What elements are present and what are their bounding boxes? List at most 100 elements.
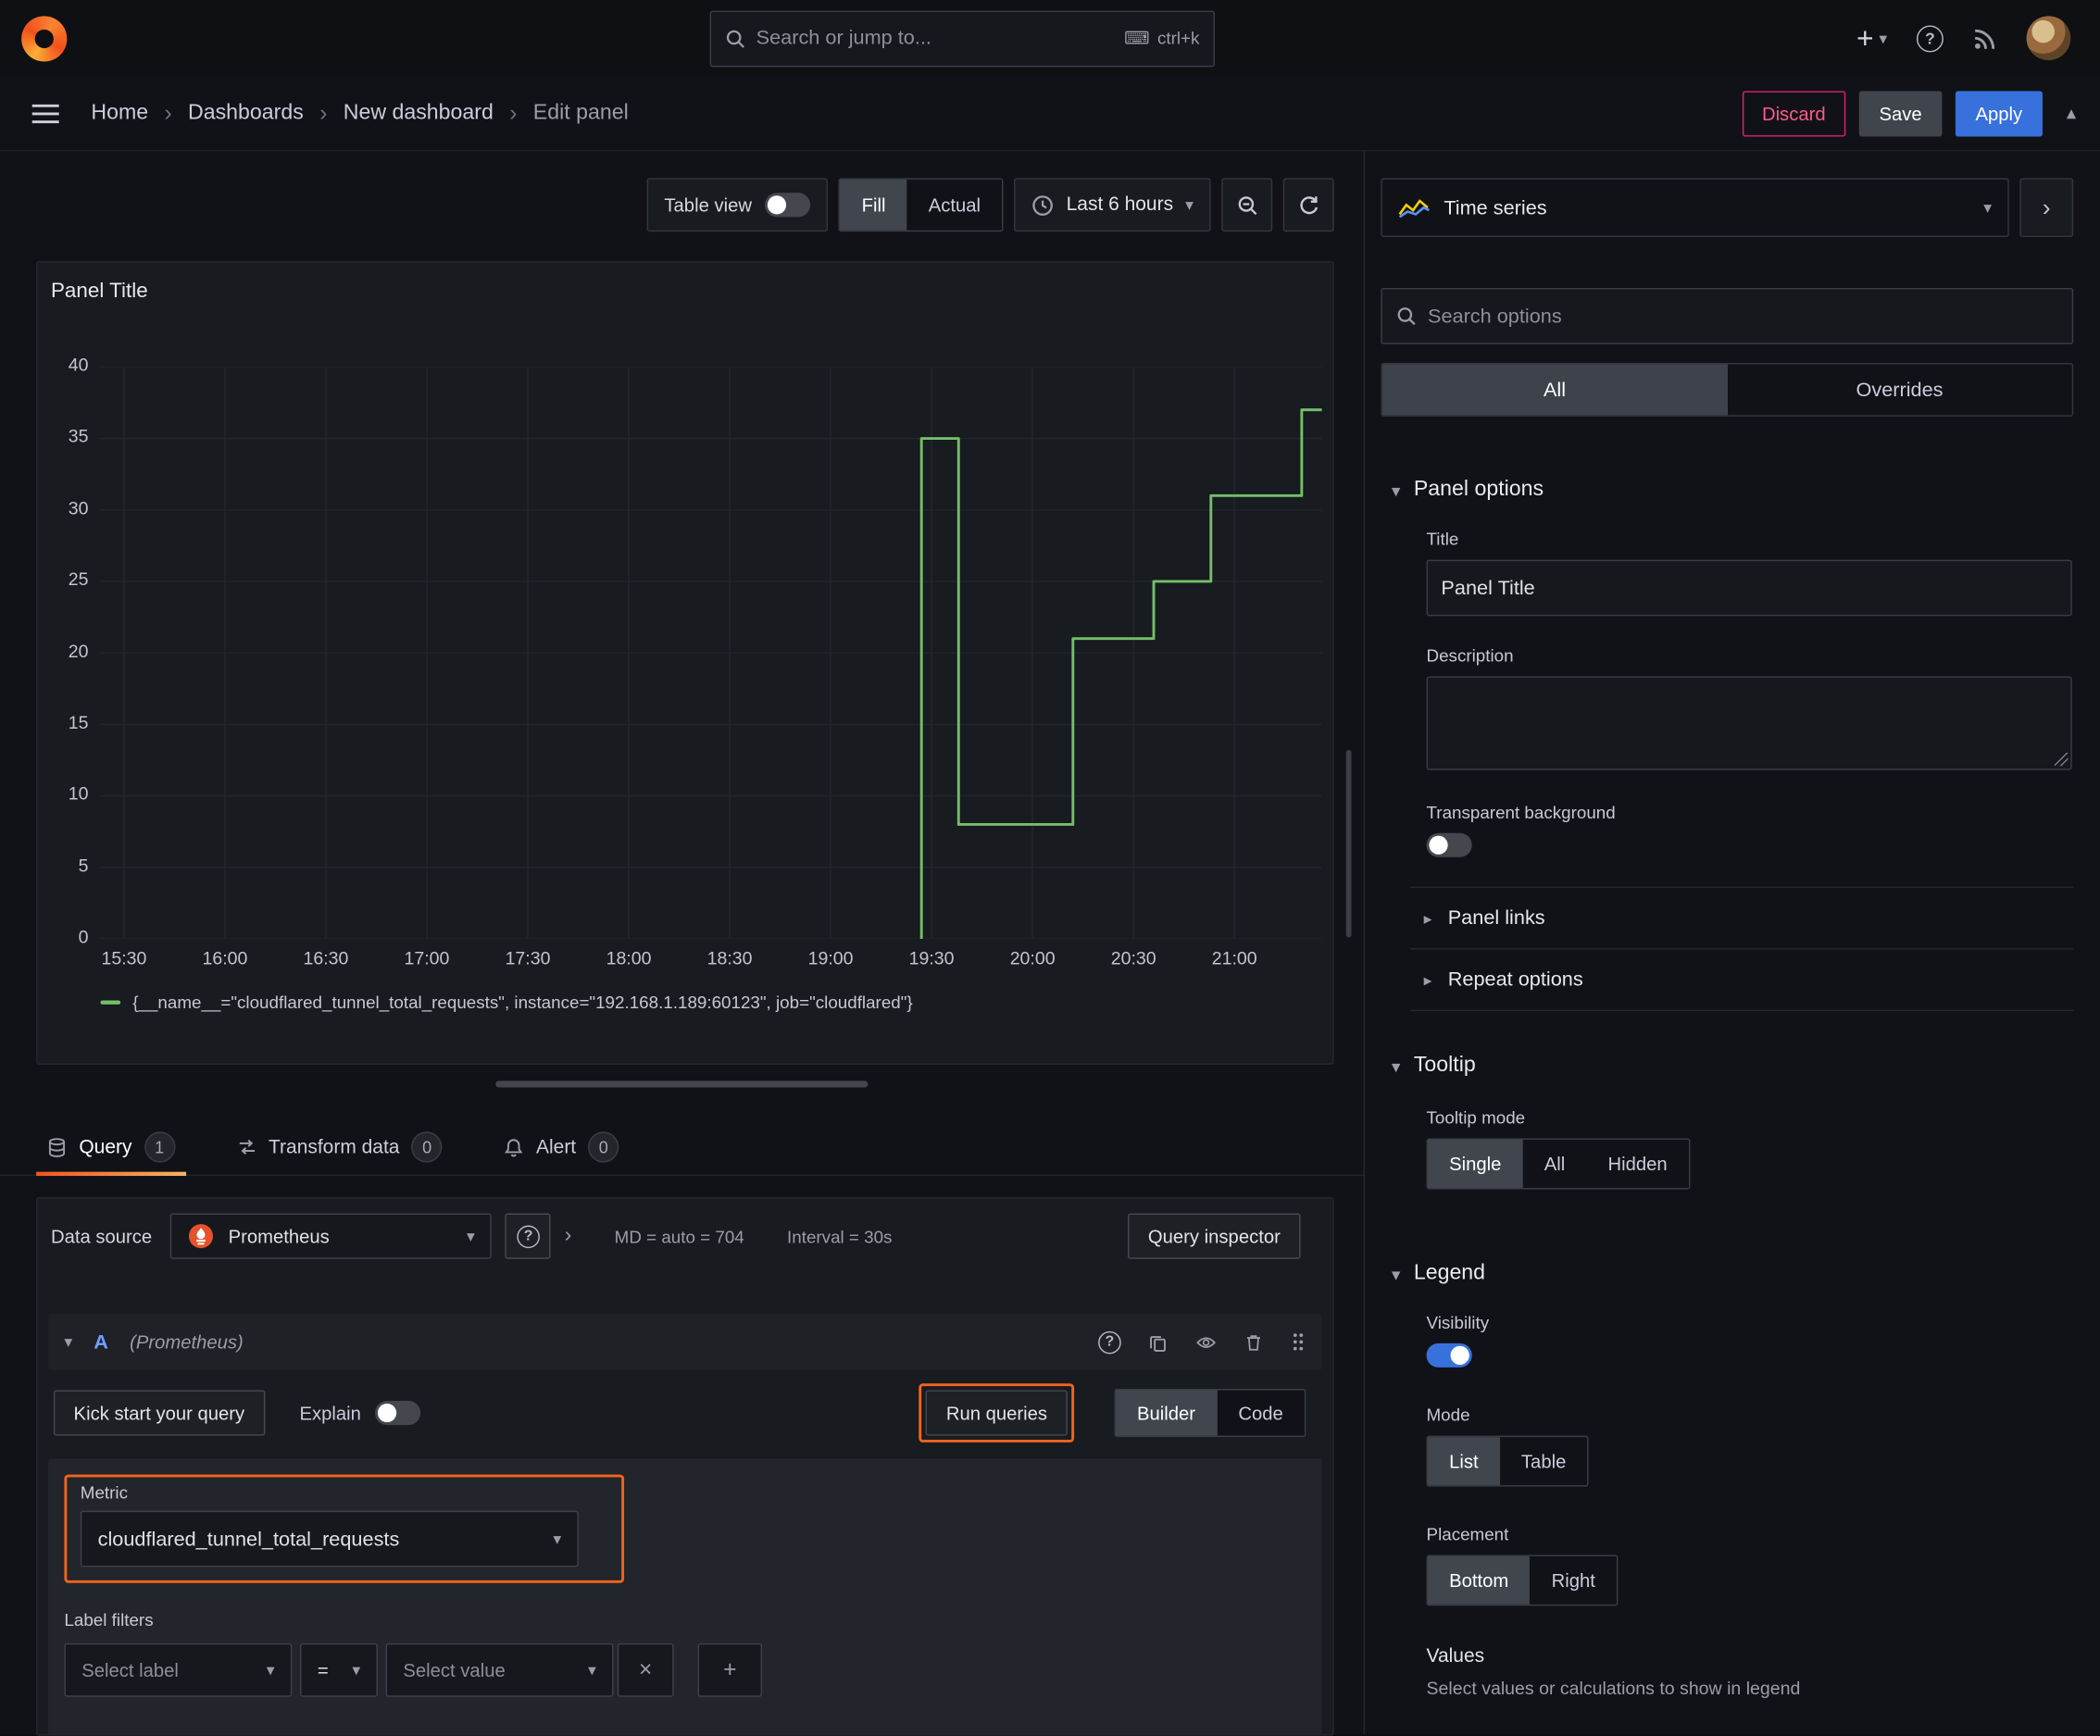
breadcrumb-edit-panel: Edit panel <box>532 101 629 124</box>
panel-links-section[interactable]: ▸ Panel links <box>1410 888 2074 950</box>
avatar[interactable] <box>2026 16 2071 61</box>
select-value-dropdown[interactable]: Select value ▾ <box>385 1642 614 1697</box>
mode-list-option[interactable]: List <box>1427 1437 1500 1486</box>
time-range-label: Last 6 hours <box>1066 194 1174 216</box>
caret-down-icon: ▾ <box>352 1660 361 1680</box>
run-queries-button[interactable]: Run queries <box>926 1390 1068 1436</box>
alert-count-badge: 0 <box>588 1131 619 1163</box>
time-series-viz-icon <box>1398 197 1431 218</box>
table-view-switch[interactable] <box>765 193 811 218</box>
kick-start-button[interactable]: Kick start your query <box>53 1390 265 1436</box>
chart-legend[interactable]: {__name__="cloudflared_tunnel_total_requ… <box>100 993 913 1013</box>
trash-icon[interactable] <box>1244 1332 1263 1353</box>
legend-visibility-switch[interactable] <box>1426 1343 1472 1368</box>
panel-title-input[interactable] <box>1441 576 2057 600</box>
panel-options-sidebar: Time series ▾ › All Overrides ▾ Panel op… <box>1363 151 2100 1735</box>
eye-icon[interactable] <box>1194 1332 1218 1353</box>
options-search-input[interactable] <box>1427 305 2059 328</box>
new-menu-button[interactable]: + ▾ <box>1856 20 1887 56</box>
chevron-down-icon: ▾ <box>1391 480 1401 501</box>
resize-grip-icon[interactable] <box>2054 752 2069 767</box>
mode-table-option[interactable]: Table <box>1500 1437 1588 1485</box>
discard-button[interactable]: Discard <box>1742 90 1846 136</box>
visualization-picker[interactable]: Time series ▾ <box>1381 178 2009 238</box>
menu-icon[interactable] <box>31 104 59 123</box>
tooltip-single-option[interactable]: Single <box>1427 1139 1523 1189</box>
tab-all[interactable]: All <box>1381 364 1728 416</box>
code-option[interactable]: Code <box>1217 1390 1305 1435</box>
tab-transform[interactable]: Transform data 0 <box>226 1119 454 1174</box>
tab-query[interactable]: Query 1 <box>36 1119 185 1177</box>
save-button[interactable]: Save <box>1858 90 1943 136</box>
fill-option[interactable]: Fill <box>840 179 907 231</box>
vertical-scrollbar[interactable] <box>1345 750 1352 938</box>
global-search[interactable]: ⌨ ctrl+k <box>708 9 1215 67</box>
datasource-picker[interactable]: Prometheus ▾ <box>170 1213 493 1259</box>
transform-icon <box>236 1137 256 1157</box>
pane-resize-handle[interactable] <box>495 1080 869 1088</box>
apply-button[interactable]: Apply <box>1955 90 2043 136</box>
placement-right-option[interactable]: Right <box>1530 1556 1617 1605</box>
explain-switch[interactable] <box>374 1401 420 1426</box>
tab-overrides[interactable]: Overrides <box>1727 364 2071 415</box>
remove-filter-button[interactable]: × <box>617 1642 674 1697</box>
global-search-input[interactable] <box>756 26 1114 50</box>
drag-handle-icon[interactable] <box>1290 1331 1306 1353</box>
datasource-row: Data source Prometheus ▾ ? › MD = auto =… <box>48 1206 1322 1266</box>
time-range-picker[interactable]: Last 6 hours ▾ <box>1014 178 1211 232</box>
caret-down-icon: ▾ <box>1983 198 1992 218</box>
add-filter-button[interactable]: + <box>697 1642 763 1697</box>
grafana-logo-icon[interactable] <box>21 15 68 61</box>
nav-bar: Home › Dashboards › New dashboard › Edit… <box>0 76 2100 152</box>
tab-alert[interactable]: Alert 0 <box>494 1119 630 1174</box>
legend-series-label[interactable]: {__name__="cloudflared_tunnel_total_requ… <box>132 993 912 1013</box>
tooltip-section[interactable]: ▾ Tooltip <box>1365 1054 2100 1078</box>
options-search[interactable] <box>1381 287 2074 344</box>
description-field[interactable] <box>1426 676 2072 770</box>
news-rss-icon[interactable] <box>1973 26 1997 50</box>
panel-title-field[interactable] <box>1426 559 2072 617</box>
caret-down-icon: ▾ <box>467 1226 475 1246</box>
description-input[interactable] <box>1426 676 2072 770</box>
query-inspector-button[interactable]: Query inspector <box>1128 1213 1301 1259</box>
chevron-down-icon[interactable]: ▾ <box>64 1334 72 1350</box>
breadcrumb-home[interactable]: Home <box>91 101 148 125</box>
caret-down-icon: ▾ <box>266 1660 275 1680</box>
breadcrumb-dashboards[interactable]: Dashboards <box>188 101 304 125</box>
transparent-bg-switch[interactable] <box>1426 832 1472 857</box>
zoom-out-icon[interactable] <box>1221 178 1273 232</box>
breadcrumb: Home › Dashboards › New dashboard › Edit… <box>91 100 628 127</box>
breadcrumb-new-dashboard[interactable]: New dashboard <box>344 101 494 125</box>
legend-section[interactable]: ▾ Legend <box>1365 1262 2100 1286</box>
table-view-toggle[interactable]: Table view <box>646 178 829 232</box>
operator-dropdown[interactable]: = ▾ <box>300 1642 378 1697</box>
visibility-label: Visibility <box>1426 1312 1490 1333</box>
builder-option[interactable]: Builder <box>1115 1390 1218 1436</box>
copy-icon[interactable] <box>1148 1332 1169 1353</box>
caret-down-icon: ▾ <box>587 1660 596 1680</box>
refresh-icon[interactable] <box>1282 178 1334 232</box>
help-icon[interactable]: ? <box>1098 1330 1121 1354</box>
operator-value: = <box>317 1659 329 1681</box>
search-icon <box>1395 306 1417 327</box>
expand-viz-picker-button[interactable]: › <box>2019 178 2074 238</box>
metric-select[interactable]: cloudflared_tunnel_total_requests ▾ <box>80 1510 579 1567</box>
repeat-options-section[interactable]: ▸ Repeat options <box>1410 950 2074 1012</box>
chevron-up-icon[interactable]: ▴ <box>2067 102 2076 125</box>
datasource-help-button[interactable]: ? <box>506 1213 552 1259</box>
time-series-chart[interactable] <box>100 367 1322 939</box>
panel-options-section[interactable]: ▾ Panel options <box>1365 478 2100 502</box>
chevron-right-icon[interactable]: › <box>565 1224 572 1248</box>
select-label-dropdown[interactable]: Select label ▾ <box>64 1642 293 1697</box>
query-row-header[interactable]: ▾ A (Prometheus) ? <box>48 1314 1322 1370</box>
placement-bottom-option[interactable]: Bottom <box>1427 1555 1531 1605</box>
panel-title[interactable]: Panel Title <box>51 280 148 304</box>
tab-alert-label: Alert <box>536 1136 577 1158</box>
shortcut-hint: ⌨ ctrl+k <box>1124 27 1200 49</box>
help-icon[interactable]: ? <box>1916 24 1944 52</box>
actual-option[interactable]: Actual <box>907 180 1003 231</box>
legend-title: Legend <box>1413 1261 1486 1285</box>
tooltip-hidden-option[interactable]: Hidden <box>1586 1140 1688 1188</box>
prometheus-icon <box>188 1223 215 1250</box>
tooltip-all-option[interactable]: All <box>1523 1140 1587 1188</box>
